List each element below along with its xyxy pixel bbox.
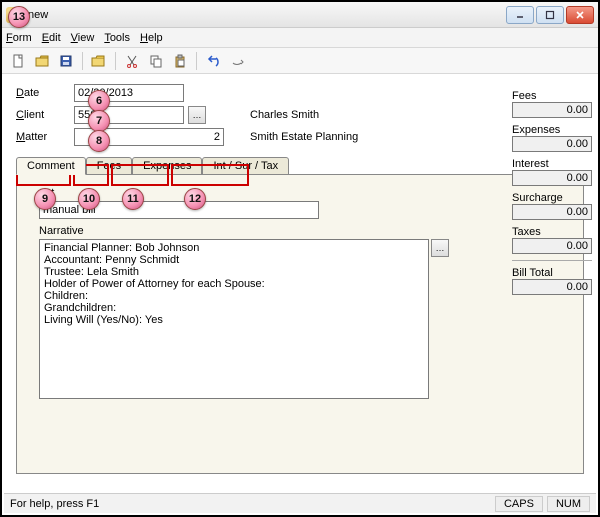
maximize-button[interactable]	[536, 6, 564, 24]
matter-label: Matter	[16, 131, 66, 143]
app-icon	[6, 7, 22, 23]
redo-icon[interactable]	[227, 51, 247, 71]
folder-nav-icon[interactable]	[89, 51, 109, 71]
date-label: Date	[16, 87, 66, 99]
matter-field[interactable]	[74, 128, 224, 146]
interest-total: 0.00	[512, 170, 592, 186]
new-file-icon[interactable]	[8, 51, 28, 71]
narrative-expand-button[interactable]: …	[431, 239, 449, 257]
tab-expenses[interactable]: Expenses	[132, 157, 202, 175]
header-form: Date Client … Charles Smith Matter Smith…	[16, 84, 584, 146]
window-title: new	[28, 9, 506, 21]
paste-icon[interactable]	[170, 51, 190, 71]
menu-tools[interactable]: Tools	[104, 32, 130, 44]
copy-icon[interactable]	[146, 51, 166, 71]
expenses-total: 0.00	[512, 136, 592, 152]
taxes-total-label: Taxes	[512, 226, 592, 238]
date-field[interactable]	[74, 84, 184, 102]
menu-bar: Form Edit View Tools Help	[2, 28, 598, 48]
toolbar-separator	[82, 52, 83, 70]
tabs: Comment Fees Expenses Int / Sur / Tax	[16, 156, 588, 174]
menu-help[interactable]: Help	[140, 32, 163, 44]
fees-total: 0.00	[512, 102, 592, 118]
toolbar-separator	[115, 52, 116, 70]
narrative-label: Narrative	[39, 225, 573, 237]
client-area: Date Client … Charles Smith Matter Smith…	[12, 76, 588, 489]
comment-field[interactable]	[39, 201, 319, 219]
menu-edit[interactable]: Edit	[42, 32, 61, 44]
open-folder-icon[interactable]	[32, 51, 52, 71]
comment-field-partial-label: ent	[39, 187, 573, 199]
billtotal-label: Bill Total	[512, 267, 592, 279]
status-help: For help, press F1	[10, 498, 99, 510]
client-field[interactable]	[74, 106, 184, 124]
client-label: Client	[16, 109, 66, 121]
save-icon[interactable]	[56, 51, 76, 71]
comment-panel: ent Narrative Financial Planner: Bob Joh…	[16, 174, 584, 474]
close-button[interactable]	[566, 6, 594, 24]
cut-icon[interactable]	[122, 51, 142, 71]
totals-sidebar: Fees 0.00 Expenses 0.00 Interest 0.00 Su…	[512, 90, 592, 301]
status-caps: CAPS	[495, 496, 543, 512]
status-bar: For help, press F1 CAPS NUM	[4, 493, 596, 513]
menu-form[interactable]: Form	[6, 32, 32, 44]
interest-total-label: Interest	[512, 158, 592, 170]
undo-icon[interactable]	[203, 51, 223, 71]
tab-intsurtax[interactable]: Int / Sur / Tax	[202, 157, 289, 175]
taxes-total: 0.00	[512, 238, 592, 254]
status-num: NUM	[547, 496, 590, 512]
surcharge-total: 0.00	[512, 204, 592, 220]
surcharge-total-label: Surcharge	[512, 192, 592, 204]
toolbar-separator	[196, 52, 197, 70]
tab-comment[interactable]: Comment	[16, 157, 86, 175]
narrative-textarea[interactable]: Financial Planner: Bob Johnson Accountan…	[39, 239, 429, 399]
title-bar: new	[2, 2, 598, 28]
fees-total-label: Fees	[512, 90, 592, 102]
tab-fees[interactable]: Fees	[86, 157, 132, 175]
menu-view[interactable]: View	[71, 32, 95, 44]
client-lookup-button[interactable]: …	[188, 106, 206, 124]
billtotal-value: 0.00	[512, 279, 592, 295]
minimize-button[interactable]	[506, 6, 534, 24]
toolbar	[2, 48, 598, 74]
expenses-total-label: Expenses	[512, 124, 592, 136]
